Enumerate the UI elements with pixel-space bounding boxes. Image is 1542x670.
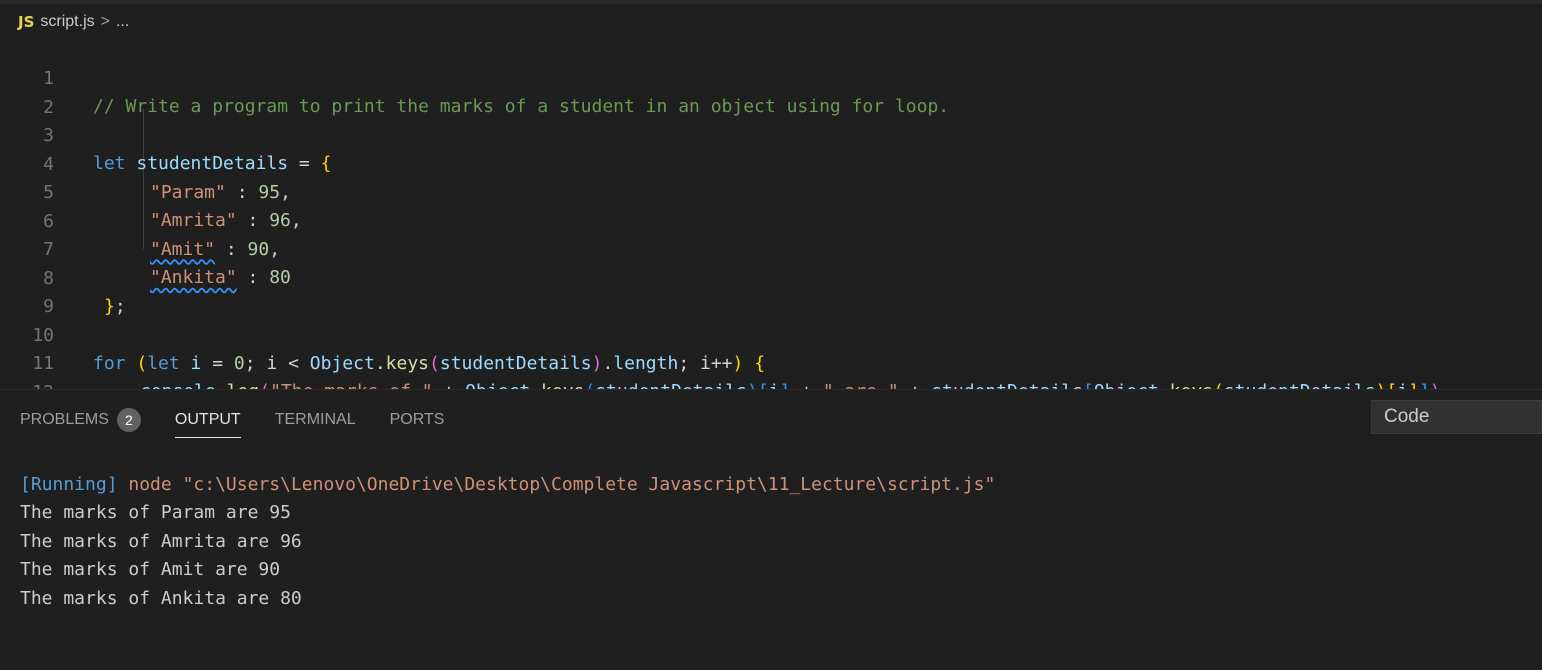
code-line: 2 bbox=[0, 66, 1542, 118]
code-line: 6 "Amit" : 90, bbox=[0, 180, 1542, 260]
code-editor[interactable]: 1 // Write a program to print the marks … bbox=[0, 37, 1542, 389]
code-line: 9 bbox=[0, 265, 1542, 317]
code-line: 4 "Param" : 95, bbox=[0, 123, 1542, 203]
output-line: The marks of Amrita are 96 bbox=[20, 530, 302, 552]
code-line: 12 } bbox=[0, 351, 1542, 390]
code-line: 11 console.log("The marks of " + Object.… bbox=[0, 322, 1542, 389]
running-tag: [Running] bbox=[20, 473, 118, 495]
run-command: node "c:\Users\Lenovo\OneDrive\Desktop\C… bbox=[117, 473, 996, 495]
tab-output[interactable]: OUTPUT bbox=[174, 400, 241, 438]
code-line: 7 "Ankita" : 80 bbox=[0, 208, 1542, 288]
chevron-right-icon: > bbox=[100, 13, 110, 30]
output-line: The marks of Ankita are 80 bbox=[20, 587, 302, 609]
breadcrumb: JS script.js > ... bbox=[18, 10, 129, 34]
tab-label: PORTS bbox=[389, 411, 445, 428]
output-run-line: [Running] node "c:\Users\Lenovo\OneDrive… bbox=[20, 471, 995, 500]
bottom-panel: PROBLEMS 2 OUTPUT TERMINAL PORTS Code [R… bbox=[0, 389, 1542, 609]
tab-label: PROBLEMS bbox=[20, 411, 109, 428]
code-line: 1 // Write a program to print the marks … bbox=[0, 37, 1542, 117]
code-line: 8 }; bbox=[0, 237, 1542, 317]
breadcrumb-symbols[interactable]: ... bbox=[116, 13, 129, 31]
breadcrumb-file[interactable]: script.js bbox=[40, 13, 94, 31]
output-line: The marks of Amit are 90 bbox=[20, 559, 281, 580]
code-line: 5 "Amrita" : 96, bbox=[0, 151, 1542, 231]
tab-problems[interactable]: PROBLEMS 2 bbox=[20, 400, 141, 438]
code-line: 13 bbox=[0, 379, 1542, 389]
panel-tabs: PROBLEMS 2 OUTPUT TERMINAL PORTS bbox=[20, 400, 444, 438]
tab-strip-edge bbox=[0, 0, 1542, 4]
tab-label: TERMINAL bbox=[274, 411, 356, 428]
javascript-file-icon: JS bbox=[18, 13, 35, 31]
output-log: [Running] node "c:\Users\Lenovo\OneDrive… bbox=[20, 442, 995, 670]
code-line: 10 for (let i = 0; i < Object.keys(stude… bbox=[0, 294, 1542, 374]
tab-label: OUTPUT bbox=[174, 410, 241, 428]
code-line: 3 let studentDetails = { bbox=[0, 94, 1542, 174]
tab-terminal[interactable]: TERMINAL bbox=[275, 400, 356, 438]
problems-count-badge: 2 bbox=[116, 408, 141, 432]
tab-ports[interactable]: PORTS bbox=[390, 400, 445, 438]
output-line: The marks of Param are 95 bbox=[20, 502, 291, 523]
output-channel-select[interactable]: Code bbox=[1371, 400, 1542, 434]
